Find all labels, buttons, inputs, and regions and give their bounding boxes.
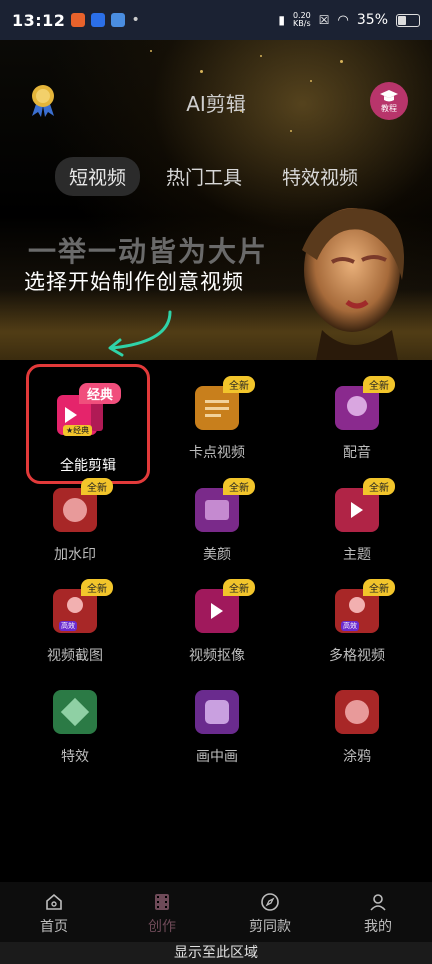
tool-beat-video[interactable]: 全新 卡点视频: [162, 374, 272, 464]
tab-short-video[interactable]: 短视频: [55, 157, 141, 196]
tool-multi-grid-video[interactable]: 高效 全新 多格视频: [302, 577, 412, 667]
home-icon: [46, 893, 62, 910]
new-badge: 全新: [363, 579, 395, 596]
watermark-icon: 全新: [53, 478, 113, 532]
tool-picture-in-picture[interactable]: 画中画: [162, 678, 272, 768]
banner-slogan: 一举一动皆为大片: [28, 235, 269, 268]
network-speed: 0.20 KB/s: [293, 12, 311, 28]
film-icon: [155, 894, 169, 910]
user-icon: [370, 894, 386, 911]
arrow-icon: [108, 310, 172, 357]
theme-icon: 全新: [335, 478, 395, 532]
new-badge: 全新: [81, 579, 113, 596]
status-bar: 13:12 • ▮ 0.20 KB/s ☒ ◠ 35%: [0, 0, 432, 40]
tab-hot-tools[interactable]: 热门工具: [152, 157, 256, 196]
vibrate-icon: ▮: [278, 13, 285, 27]
new-badge: 全新: [363, 376, 395, 393]
tool-video-screenshot[interactable]: 高效 全新 视频截图: [20, 577, 130, 667]
tool-label: 多格视频: [329, 648, 385, 664]
tool-label: 配音: [343, 445, 371, 461]
new-badge: 全新: [223, 579, 255, 596]
tool-theme[interactable]: 全新 主题: [302, 476, 412, 566]
status-time: 13:12: [12, 10, 66, 30]
tutorial-button[interactable]: 教程: [370, 82, 408, 120]
gesture-area: 显示至此区域: [0, 942, 432, 964]
tool-label: 主题: [343, 547, 371, 563]
notification-icon: [91, 13, 106, 27]
tool-label: 特效: [61, 749, 89, 765]
hd-badge: 高效: [59, 621, 77, 631]
nav-mine[interactable]: 我的: [324, 882, 432, 942]
tool-label: 视频抠像: [189, 648, 245, 664]
featured-tool-all-in-one-edit[interactable]: 经典 ★经典 全能剪辑: [26, 364, 150, 484]
tool-video-matting[interactable]: 全新 视频抠像: [162, 577, 272, 667]
no-sim-icon: ☒: [318, 13, 330, 27]
tool-label: 涂鸦: [343, 749, 371, 765]
battery-icon: [396, 13, 420, 27]
graduation-cap-icon: [380, 89, 398, 101]
nav-create[interactable]: 创作: [108, 882, 216, 942]
tool-beauty[interactable]: 全新 美颜: [162, 476, 272, 566]
nav-label: 创作: [148, 919, 176, 935]
battery-percent: 35%: [356, 12, 388, 28]
new-badge: 全新: [363, 478, 395, 495]
tool-watermark[interactable]: 全新 加水印: [20, 476, 130, 566]
picture-in-picture-icon: [195, 690, 239, 734]
video-matting-icon: 全新: [195, 579, 255, 633]
new-badge: 全新: [223, 478, 255, 495]
model-face-image: [302, 208, 404, 360]
tool-effects[interactable]: 特效: [20, 678, 130, 768]
multi-grid-video-icon: 高效 全新: [335, 579, 395, 633]
video-screenshot-icon: 高效 全新: [53, 579, 113, 633]
tool-label: 美颜: [203, 547, 231, 563]
nav-label: 剪同款: [249, 919, 291, 935]
more-dots-icon: •: [131, 12, 140, 28]
hero-banner: AI剪辑 教程 短视频 热门工具 特效视频 一举一动皆为大片 选择开始制作创意视…: [0, 40, 432, 360]
app-notification-icon: [111, 13, 126, 27]
compass-icon: [261, 893, 279, 911]
tool-label: 卡点视频: [189, 445, 245, 461]
tool-label: 加水印: [54, 547, 96, 563]
beauty-icon: 全新: [195, 478, 255, 532]
new-badge: 全新: [223, 376, 255, 393]
weibo-icon: [71, 13, 86, 27]
doodle-icon: [335, 690, 379, 734]
banner-subtitle: 选择开始制作创意视频: [24, 270, 244, 294]
tutorial-label: 教程: [381, 103, 397, 113]
tool-label: 视频截图: [47, 648, 103, 664]
classic-badge: 经典: [79, 383, 122, 404]
nav-home[interactable]: 首页: [0, 882, 108, 942]
featured-tool-label: 全能剪辑: [60, 458, 116, 474]
effects-icon: [53, 690, 97, 734]
bottom-navigation: 首页 创作 剪同款 我的: [0, 882, 432, 942]
tool-label: 画中画: [196, 749, 238, 765]
dubbing-icon: 全新: [335, 376, 395, 430]
nav-label: 首页: [40, 919, 68, 935]
speed-unit: KB/s: [293, 19, 311, 28]
classic-small-badge: ★经典: [63, 425, 93, 436]
hd-badge: 高效: [341, 621, 359, 631]
beat-video-icon: 全新: [195, 376, 255, 430]
nav-label: 我的: [364, 919, 392, 935]
wifi-icon: ◠: [337, 12, 349, 28]
app-title: AI剪辑: [186, 92, 246, 116]
tool-doodle[interactable]: 涂鸦: [302, 678, 412, 768]
tool-dubbing[interactable]: 全新 配音: [302, 374, 412, 464]
new-badge: 全新: [81, 478, 113, 495]
nav-template[interactable]: 剪同款: [216, 882, 324, 942]
